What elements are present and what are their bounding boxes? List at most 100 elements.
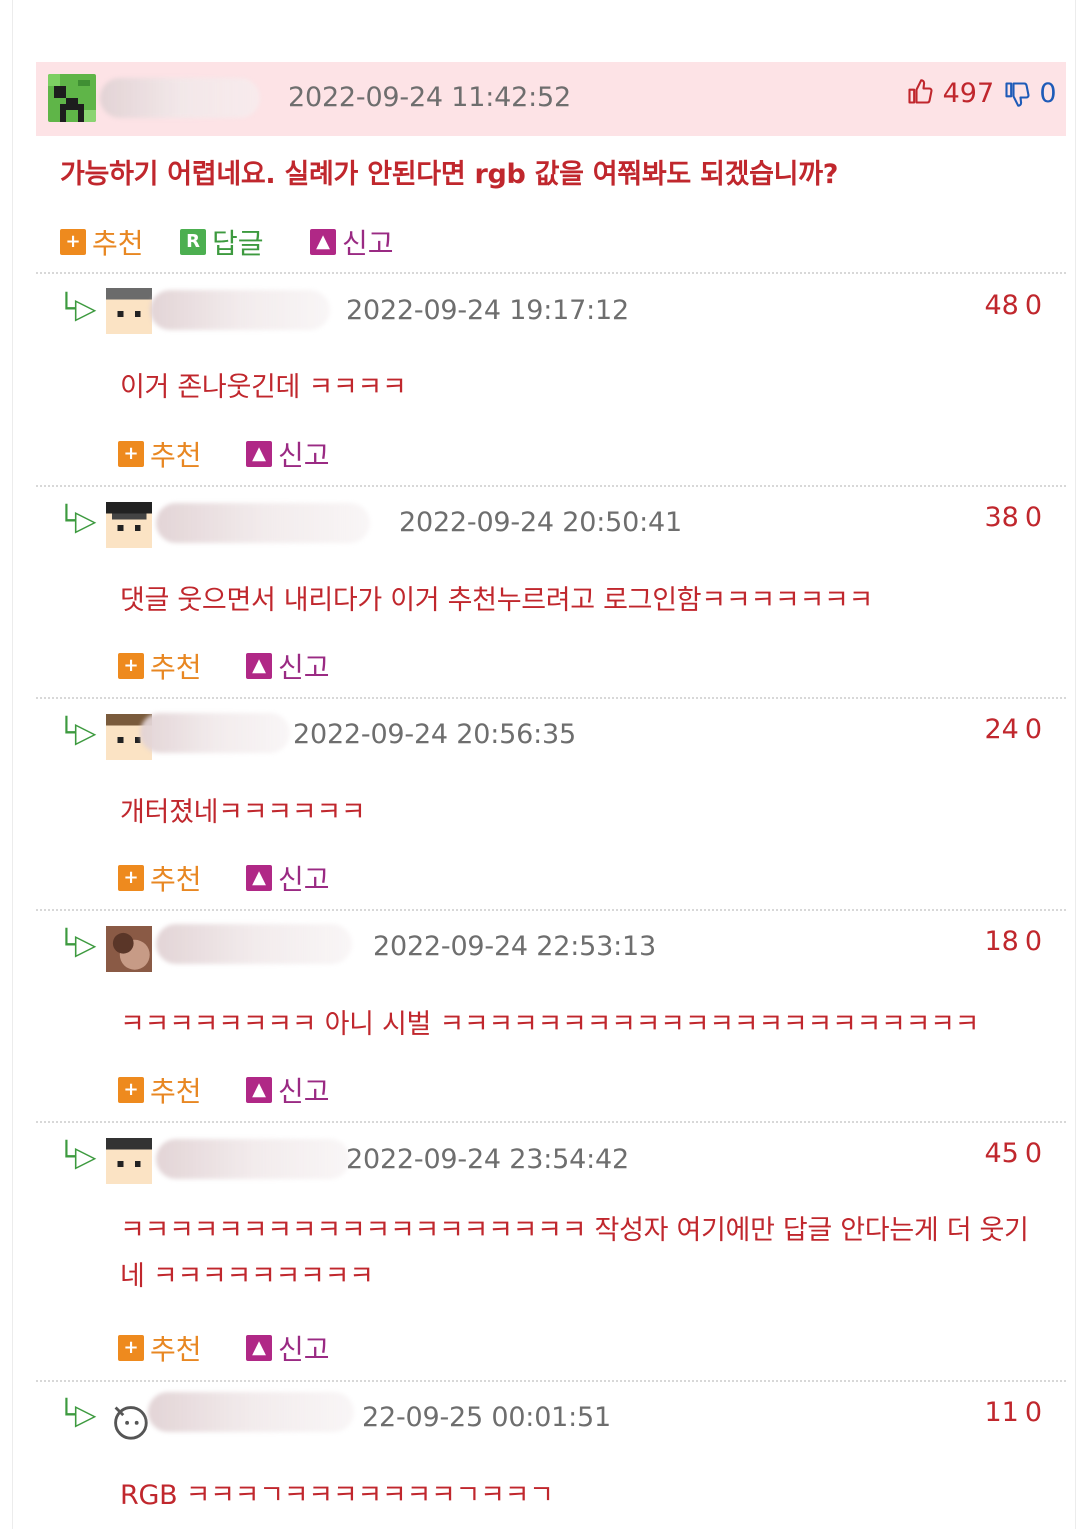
score-up: 24 [984, 714, 1019, 745]
report-button[interactable]: ▲ 신고 [310, 222, 394, 262]
divider [36, 1121, 1066, 1123]
recommend-button[interactable]: + 추천 [118, 434, 202, 474]
score-down: 0 [1024, 290, 1042, 321]
reply-score: 38 0 [984, 502, 1042, 533]
siren-icon: ▲ [246, 865, 272, 891]
siren-icon: ▲ [246, 1335, 272, 1361]
vote-box: 497 0 [906, 78, 1057, 109]
report-button[interactable]: ▲ 신고 [246, 646, 330, 686]
avatar[interactable] [106, 1396, 152, 1442]
top-comment-text: 가능하기 어렵네요. 실례가 안된다면 rgb 값을 여쭤봐도 되겠습니까? [60, 159, 839, 190]
reply-button[interactable]: R 답글 [180, 222, 264, 262]
downvote-count: 0 [1039, 78, 1057, 109]
username-redacted[interactable] [140, 713, 290, 753]
comment-timestamp: 2022-09-24 11:42:52 [288, 82, 571, 113]
divider [36, 272, 1066, 274]
siren-icon: ▲ [246, 1077, 272, 1103]
reply-timestamp: 22-09-25 00:01:51 [362, 1402, 611, 1433]
reply-arrow-icon: └▷ [58, 1398, 97, 1431]
reply-text: RGB ㅋㅋㅋㄱㅋㅋㅋㅋㅋㅋㅋㄱㅋㅋㄱ [120, 1480, 554, 1511]
plus-icon: + [60, 229, 86, 255]
thumbs-down-icon[interactable] [1003, 80, 1031, 108]
recommend-label: 추천 [150, 863, 202, 896]
reply-text: 댓글 웃으면서 내리다가 이거 추천누르려고 로그인함ㅋㅋㅋㅋㅋㅋㅋ [120, 585, 874, 616]
recommend-button[interactable]: + 추천 [118, 858, 202, 898]
reply-timestamp: 2022-09-24 20:50:41 [399, 507, 682, 538]
avatar[interactable] [106, 1138, 152, 1184]
score-up: 48 [984, 290, 1019, 321]
score-down: 0 [1024, 1397, 1042, 1428]
report-label: 신고 [278, 439, 330, 472]
report-button[interactable]: ▲ 신고 [246, 858, 330, 898]
reply-score: 11 0 [984, 1397, 1042, 1428]
score-up: 18 [984, 926, 1019, 957]
report-button[interactable]: ▲ 신고 [246, 1070, 330, 1110]
reply-text: ㅋㅋㅋㅋㅋㅋㅋㅋ 아니 시벌 ㅋㅋㅋㅋㅋㅋㅋㅋㅋㅋㅋㅋㅋㅋㅋㅋㅋㅋㅋㅋㅋㅋ [120, 1009, 980, 1040]
reply-timestamp: 2022-09-24 20:56:35 [293, 719, 576, 750]
recommend-label: 추천 [92, 227, 144, 260]
report-label: 신고 [278, 1333, 330, 1366]
score-up: 45 [984, 1138, 1019, 1169]
reply-text: 이거 존나웃긴데 ㅋㅋㅋㅋ [120, 372, 407, 403]
avatar[interactable] [106, 288, 152, 334]
plus-icon: + [118, 441, 144, 467]
divider [36, 1380, 1066, 1382]
reply-timestamp: 2022-09-24 19:17:12 [346, 295, 629, 326]
plus-icon: + [118, 1077, 144, 1103]
score-down: 0 [1024, 1138, 1042, 1169]
report-label: 신고 [278, 651, 330, 684]
reply-score: 18 0 [984, 926, 1042, 957]
plus-icon: + [118, 865, 144, 891]
score-up: 38 [984, 502, 1019, 533]
divider [36, 909, 1066, 911]
upvote-count: 497 [942, 78, 995, 109]
username-redacted[interactable] [150, 290, 330, 330]
thumbs-up-icon[interactable] [906, 78, 934, 106]
reply-arrow-icon: └▷ [58, 292, 97, 325]
recommend-label: 추천 [150, 651, 202, 684]
creeper-avatar[interactable] [48, 74, 96, 122]
reply-text: ㅋㅋㅋㅋㅋㅋㅋㅋㅋㅋㅋㅋㅋㅋㅋㅋㅋㅋㅋ 작성자 여기에만 답글 안다는게 더 웃… [120, 1215, 1029, 1292]
recommend-button[interactable]: + 추천 [60, 222, 144, 262]
recommend-label: 추천 [150, 1075, 202, 1108]
reply-label: 답글 [212, 227, 264, 260]
reply-score: 24 0 [984, 714, 1042, 745]
report-label: 신고 [278, 863, 330, 896]
recommend-button[interactable]: + 추천 [118, 1328, 202, 1368]
siren-icon: ▲ [310, 229, 336, 255]
recommend-label: 추천 [150, 1333, 202, 1366]
report-label: 신고 [342, 227, 394, 260]
reply-arrow-icon: └▷ [58, 928, 97, 961]
plus-icon: + [118, 653, 144, 679]
divider [36, 697, 1066, 699]
score-up: 11 [984, 1397, 1019, 1428]
username-redacted[interactable] [156, 503, 370, 543]
reply-text: 개터졌네ㅋㅋㅋㅋㅋㅋ [120, 797, 366, 828]
score-down: 0 [1024, 714, 1042, 745]
recommend-button[interactable]: + 추천 [118, 646, 202, 686]
divider [36, 485, 1066, 487]
username-redacted[interactable] [156, 924, 352, 964]
recommend-label: 추천 [150, 439, 202, 472]
avatar[interactable] [106, 926, 152, 972]
recommend-button[interactable]: + 추천 [118, 1070, 202, 1110]
reply-timestamp: 2022-09-24 23:54:42 [346, 1144, 629, 1175]
reply-arrow-icon: └▷ [58, 1140, 97, 1173]
report-button[interactable]: ▲ 신고 [246, 434, 330, 474]
username-redacted[interactable] [148, 1392, 354, 1432]
avatar[interactable] [106, 502, 152, 548]
score-down: 0 [1024, 502, 1042, 533]
report-button[interactable]: ▲ 신고 [246, 1328, 330, 1368]
reply-arrow-icon: └▷ [58, 504, 97, 537]
report-label: 신고 [278, 1075, 330, 1108]
siren-icon: ▲ [246, 441, 272, 467]
reply-score: 45 0 [984, 1138, 1042, 1169]
reply-timestamp: 2022-09-24 22:53:13 [373, 931, 656, 962]
reply-score: 48 0 [984, 290, 1042, 321]
username-redacted[interactable] [156, 1139, 350, 1179]
username-redacted[interactable] [100, 78, 260, 118]
score-down: 0 [1024, 926, 1042, 957]
plus-icon: + [118, 1335, 144, 1361]
reply-arrow-icon: └▷ [58, 716, 97, 749]
siren-icon: ▲ [246, 653, 272, 679]
